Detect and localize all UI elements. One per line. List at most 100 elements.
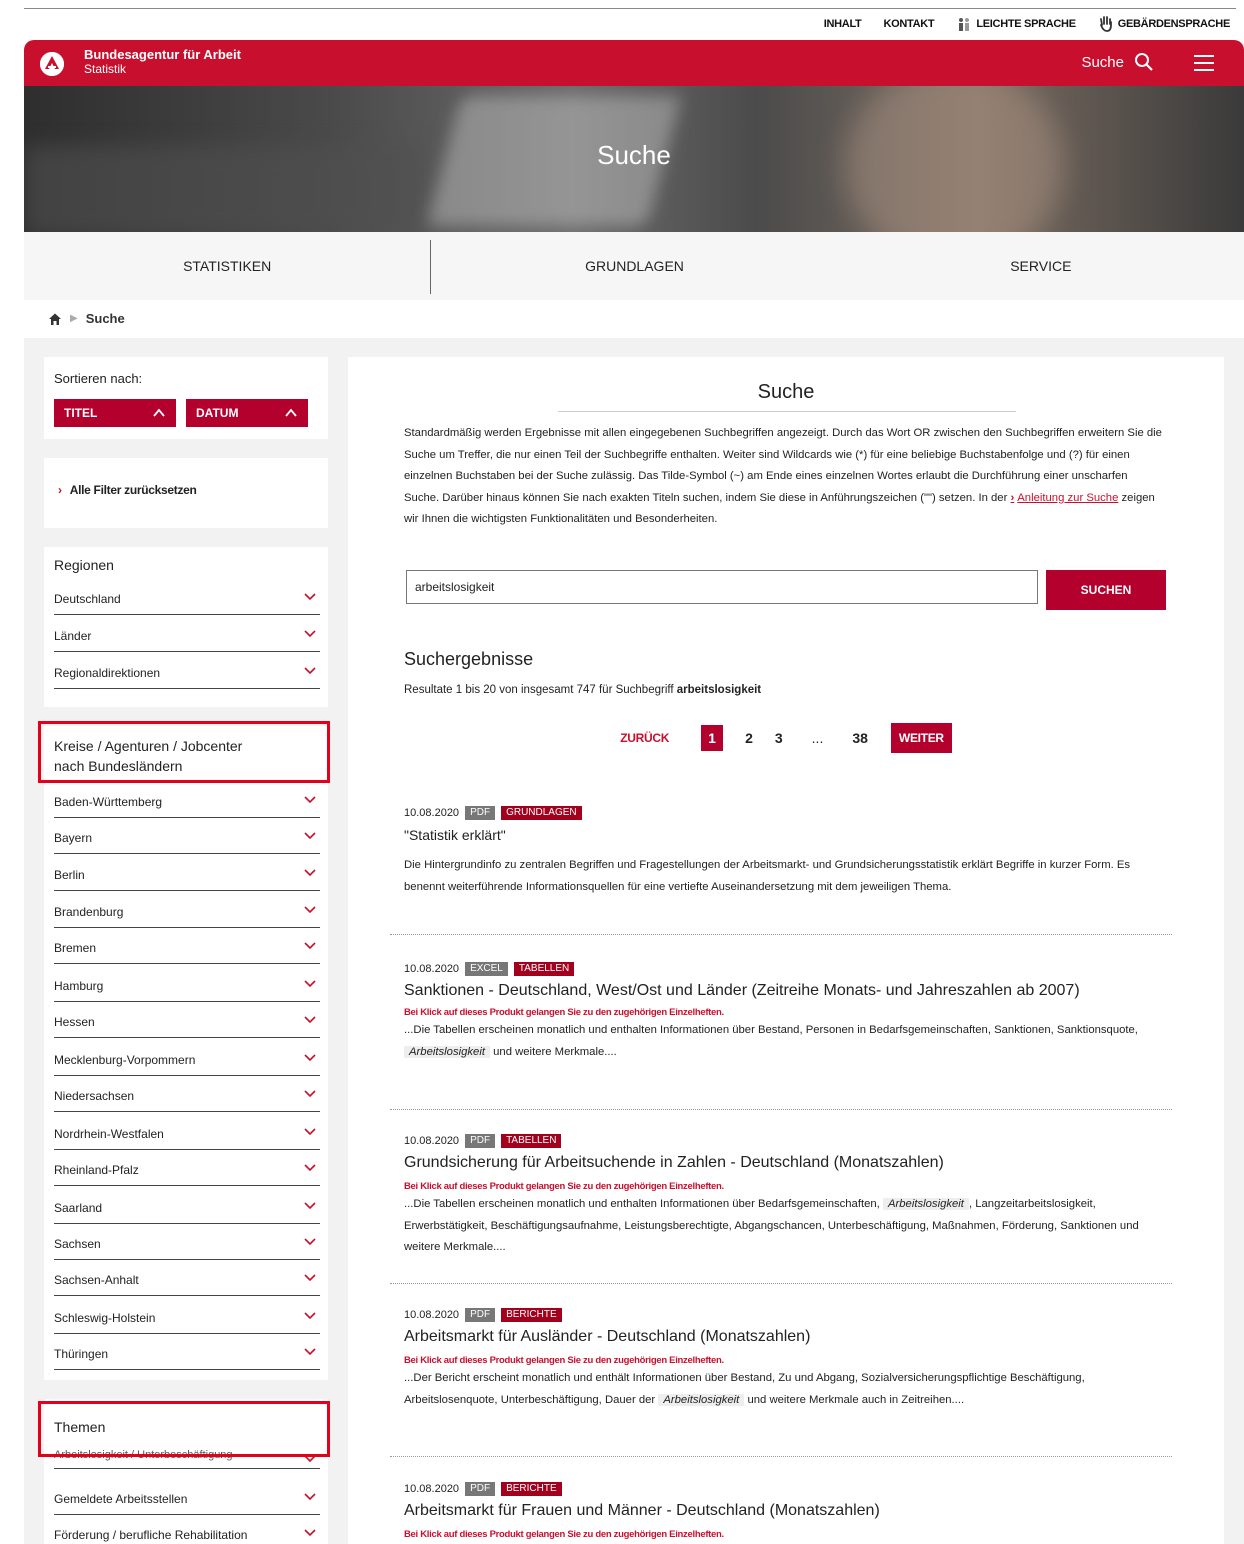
nav-grundlagen[interactable]: GRUNDLAGEN xyxy=(431,232,837,300)
pager-page-last[interactable]: 38 xyxy=(852,730,868,746)
result-date: 10.08.2020 xyxy=(404,807,460,819)
pager-prev-link[interactable]: ZURÜCK xyxy=(620,731,669,745)
hero-banner: Suche xyxy=(24,86,1244,232)
chevron-down-icon xyxy=(304,630,316,638)
result-date: 10.08.2020 xyxy=(404,1135,460,1147)
nav-service[interactable]: SERVICE xyxy=(838,232,1244,300)
filter-item-deutschland[interactable]: Deutschland xyxy=(54,579,320,615)
sort-date-button[interactable]: DATUM xyxy=(186,399,308,427)
pager-page-3[interactable]: 3 xyxy=(775,730,783,746)
result-item: 10.08.2020 PDF BERICHTE Arbeitsmarkt für… xyxy=(390,1481,1172,1540)
utility-gebaerdensprache-link[interactable]: GEBÄRDENSPRACHE xyxy=(1098,16,1230,32)
pager-next-button[interactable]: WEITER xyxy=(890,723,952,753)
result-category-badge: TABELLEN xyxy=(501,1134,562,1148)
filter-item-kreis[interactable]: Bremen xyxy=(54,928,320,964)
filter-item-kreis[interactable]: Hamburg xyxy=(54,966,320,1002)
results-count: Resultate 1 bis 20 von insgesamt 747 für… xyxy=(404,684,762,696)
chevron-down-icon xyxy=(304,869,316,877)
filter-item-kreis[interactable]: Sachsen xyxy=(54,1224,320,1260)
pager-page-current[interactable]: 1 xyxy=(701,725,724,751)
result-title-link[interactable]: Arbeitsmarkt für Frauen und Männer - Deu… xyxy=(390,1501,1172,1521)
result-category-badge: TABELLEN xyxy=(513,962,575,976)
filter-item-kreis[interactable]: Mecklenburg-Vorpommern xyxy=(54,1040,320,1076)
sort-title-button[interactable]: TITEL xyxy=(54,399,176,427)
chevron-down-icon xyxy=(304,1348,316,1356)
filter-item-kreis[interactable]: Rheinland-Pfalz xyxy=(54,1150,320,1186)
reset-filters-link[interactable]: › Alle Filter zurücksetzen xyxy=(58,483,197,497)
brand-name[interactable]: Bundesagentur für Arbeit Statistik xyxy=(84,48,241,77)
search-input[interactable] xyxy=(406,570,1038,604)
search-icon xyxy=(1135,53,1153,71)
chevron-down-icon xyxy=(304,1238,316,1246)
filter-item-kreis[interactable]: Schleswig-Holstein xyxy=(54,1298,320,1334)
filter-item-kreis[interactable]: Baden-Württemberg xyxy=(54,782,320,818)
header-search-label: Suche xyxy=(1081,53,1124,71)
result-title-link[interactable]: Grundsicherung für Arbeitsuchende in Zah… xyxy=(390,1153,1172,1173)
filter-regionen: Regionen Deutschland Länder Regionaldire… xyxy=(44,547,328,707)
chevron-down-icon xyxy=(304,593,316,601)
result-description: ...Die Tabellen erscheinen monatlich und… xyxy=(404,1198,1139,1253)
breadcrumb-separator-icon: ▶ xyxy=(70,313,78,324)
filter-item-thema[interactable]: Förderung / berufliche Rehabilitation xyxy=(54,1515,320,1544)
chevron-right-icon: › xyxy=(58,483,62,497)
filter-item-regionaldirektionen[interactable]: Regionaldirektionen xyxy=(54,653,320,689)
filter-item-kreis[interactable]: Nordrhein-Westfalen xyxy=(54,1114,320,1150)
chevron-down-icon xyxy=(304,1529,316,1537)
chevron-down-icon xyxy=(304,980,316,988)
pager-page-2[interactable]: 2 xyxy=(745,730,753,746)
highlight-box-kreise xyxy=(38,721,330,783)
result-notice: Bei Klick auf dieses Produkt gelangen Si… xyxy=(404,1355,724,1366)
brand-line2: Statistik xyxy=(84,62,127,76)
result-title-link[interactable]: "Statistik erklärt" xyxy=(390,825,1172,845)
result-item: 10.08.2020 PDF TABELLEN Grundsicherung f… xyxy=(390,1133,1172,1259)
result-meta: 10.08.2020 PDF TABELLEN xyxy=(390,1133,1172,1149)
filter-item-kreis[interactable]: Bayern xyxy=(54,818,320,854)
utility-leichte-sprache-link[interactable]: LEICHTE SPRACHE xyxy=(956,16,1076,32)
filter-item-kreis[interactable]: Niedersachsen xyxy=(54,1076,320,1112)
leichte-sprache-icon xyxy=(959,18,970,31)
pager-ellipsis: ... xyxy=(811,730,824,746)
result-format-badge: EXCEL xyxy=(465,962,508,976)
result-item: 10.08.2020 PDF BERICHTE Arbeitsmarkt für… xyxy=(390,1307,1172,1411)
filter-item-thema[interactable]: Gemeldete Arbeitsstellen xyxy=(54,1479,320,1515)
filter-item-kreis[interactable]: Brandenburg xyxy=(54,892,320,928)
sort-panel: Sortieren nach: TITEL DATUM xyxy=(44,357,328,439)
filter-item-kreis[interactable]: Berlin xyxy=(54,855,320,891)
home-icon[interactable] xyxy=(48,312,62,326)
search-submit-button[interactable]: SUCHEN xyxy=(1046,570,1166,610)
utility-inhalt-link[interactable]: INHALT xyxy=(824,18,862,30)
result-item: 10.08.2020 PDF GRUNDLAGEN "Statistik erk… xyxy=(390,805,1172,898)
filter-item-kreis[interactable]: Hessen xyxy=(54,1002,320,1038)
chevron-down-icon xyxy=(304,1312,316,1320)
chevron-down-icon xyxy=(304,796,316,804)
result-divider xyxy=(390,934,1172,935)
highlight-box-themen xyxy=(38,1401,330,1457)
main-title: Suche xyxy=(757,381,815,403)
result-meta: 10.08.2020 EXCEL TABELLEN xyxy=(390,961,1172,977)
result-title-link[interactable]: Sanktionen - Deutschland, West/Ost und L… xyxy=(390,981,1172,1001)
results-heading: Suchergebnisse xyxy=(404,649,534,669)
top-rule xyxy=(24,8,1236,9)
ba-logo-icon[interactable] xyxy=(40,52,64,76)
filter-item-laender[interactable]: Länder xyxy=(54,616,320,652)
chevron-down-icon xyxy=(304,1493,316,1501)
filter-item-kreis[interactable]: Thüringen xyxy=(54,1334,320,1370)
result-title-link[interactable]: Arbeitsmarkt für Ausländer - Deutschland… xyxy=(390,1327,1172,1347)
filter-item-kreis[interactable]: Sachsen-Anhalt xyxy=(54,1260,320,1296)
search-guide-link[interactable]: › Anleitung zur Suche xyxy=(1011,492,1119,504)
utility-kontakt-link[interactable]: KONTAKT xyxy=(883,18,934,30)
result-category-badge: GRUNDLAGEN xyxy=(501,806,582,820)
hand-icon xyxy=(1099,16,1112,32)
breadcrumb: ▶ Suche xyxy=(48,311,125,326)
filter-kreise: Kreise / Agenturen / Jobcenter nach Bund… xyxy=(44,726,328,1380)
chevron-down-icon xyxy=(304,1016,316,1024)
result-description: Die Hintergrundinfo zu zentralen Begriff… xyxy=(404,859,1131,893)
header-search-button[interactable]: Suche xyxy=(1081,52,1154,72)
result-divider xyxy=(390,1456,1172,1457)
chevron-up-icon xyxy=(153,408,165,417)
menu-icon[interactable] xyxy=(1194,55,1214,71)
chevron-down-icon xyxy=(304,1090,316,1098)
nav-statistiken[interactable]: STATISTIKEN xyxy=(24,232,430,300)
filter-item-kreis[interactable]: Saarland xyxy=(54,1188,320,1224)
main-nav: STATISTIKEN GRUNDLAGEN SERVICE xyxy=(24,232,1244,300)
